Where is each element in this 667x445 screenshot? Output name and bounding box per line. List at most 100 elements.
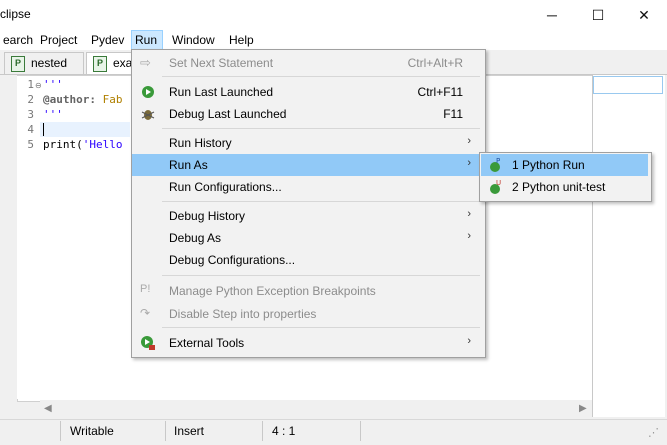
maximize-button[interactable]: ☐ xyxy=(575,0,621,30)
status-position: 4 : 1 xyxy=(272,424,296,438)
menu-item-debug-last-launched[interactable]: Debug Last Launched F11 xyxy=(132,103,483,125)
menu-item-manage-exception-breakpoints: P! Manage Python Exception Breakpoints xyxy=(132,280,483,302)
menu-separator xyxy=(162,327,480,328)
code-line-2: @author: Fab xyxy=(43,92,122,107)
menu-item-label: Run Last Launched xyxy=(169,85,274,99)
menu-pydev[interactable]: Pydev xyxy=(88,30,127,50)
submenu-arrow-icon: › xyxy=(467,335,471,347)
menu-run[interactable]: Run xyxy=(131,30,163,50)
scroll-left-icon[interactable]: ◀ xyxy=(44,403,52,414)
debug-icon xyxy=(140,106,156,122)
menu-item-disable-step-into-properties: ↷ Disable Step into properties xyxy=(132,303,483,325)
status-writable: Writable xyxy=(70,424,114,438)
menu-item-label: Debug As xyxy=(169,231,222,245)
menu-item-label: Debug Configurations... xyxy=(169,253,296,267)
menu-window-label: Window xyxy=(172,33,215,47)
tab-example-label: exa xyxy=(113,56,133,70)
menu-item-label: External Tools xyxy=(169,336,245,350)
menu-item-debug-as[interactable]: Debug As › xyxy=(132,227,483,249)
menu-item-label: Run History xyxy=(169,136,232,150)
menu-run-label: Run xyxy=(135,33,158,47)
line-number: 2 xyxy=(27,93,34,106)
menu-item-run-last-launched[interactable]: Run Last Launched Ctrl+F11 xyxy=(132,81,483,103)
menu-project[interactable]: Project xyxy=(37,30,80,50)
menu-item-label: Debug Last Launched xyxy=(169,107,287,121)
menu-separator xyxy=(162,275,480,276)
menu-item-label: Manage Python Exception Breakpoints xyxy=(169,284,376,298)
menu-search-label: earch xyxy=(3,33,34,47)
run-icon xyxy=(140,84,156,100)
menu-separator xyxy=(162,201,480,202)
menu-item-label: Disable Step into properties xyxy=(169,307,317,321)
status-divider xyxy=(60,421,61,441)
python-exception-icon: P! xyxy=(140,283,151,295)
menu-item-run-as[interactable]: Run As › xyxy=(132,154,483,176)
line-number: 3 xyxy=(27,108,34,121)
line-number: 4 xyxy=(27,123,34,136)
close-button[interactable]: ✕ xyxy=(621,0,667,30)
menu-item-debug-history[interactable]: Debug History › xyxy=(132,205,483,227)
menu-item-accelerator: F11 xyxy=(443,107,463,121)
submenu-arrow-icon: › xyxy=(467,230,471,242)
svg-text:P: P xyxy=(496,157,500,165)
tab-nested[interactable]: P nested xyxy=(4,52,84,74)
python-run-icon: P xyxy=(487,157,503,173)
menu-item-label: Set Next Statement xyxy=(169,56,274,70)
menu-search[interactable]: earch xyxy=(0,30,36,50)
menu-item-run-configurations[interactable]: Run Configurations... xyxy=(132,176,483,198)
menu-pydev-label: Pydev xyxy=(91,33,125,47)
print-call: print( xyxy=(43,138,83,151)
status-divider xyxy=(165,421,166,441)
menu-item-label: Run Configurations... xyxy=(169,180,282,194)
minimize-button[interactable]: ─ xyxy=(529,0,575,30)
python-file-icon: P xyxy=(11,56,25,72)
svg-text:U: U xyxy=(496,179,501,187)
menu-window[interactable]: Window xyxy=(169,30,218,50)
menu-help[interactable]: Help xyxy=(226,30,257,50)
submenu-arrow-icon: › xyxy=(467,157,471,169)
python-unittest-icon: U xyxy=(487,179,503,195)
status-divider xyxy=(360,421,361,441)
text-caret xyxy=(43,123,44,136)
menu-separator xyxy=(162,76,480,77)
submenu-item-label: 1 Python Run xyxy=(512,158,585,172)
submenu-item-python-unit-test[interactable]: U 2 Python unit-test xyxy=(481,176,648,198)
tab-nested-label: nested xyxy=(31,56,68,70)
code-line-3: ''' xyxy=(43,108,63,121)
menu-item-set-next-statement: ⇨ Set Next Statement Ctrl+Alt+R xyxy=(132,52,483,74)
current-line-highlight xyxy=(40,122,130,137)
menu-item-accelerator: Ctrl+Alt+R xyxy=(407,56,463,70)
submenu-item-python-run[interactable]: P 1 Python Run xyxy=(481,154,648,176)
menu-item-accelerator: Ctrl+F11 xyxy=(417,85,463,99)
outline-pane xyxy=(592,75,665,417)
code-line-1: ''' xyxy=(43,78,63,91)
menu-project-label: Project xyxy=(40,33,78,47)
menu-item-debug-configurations[interactable]: Debug Configurations... xyxy=(132,249,483,271)
submenu-arrow-icon: › xyxy=(467,135,471,147)
string-literal: 'Hello xyxy=(82,138,123,151)
submenu-item-label: 2 Python unit-test xyxy=(512,180,606,194)
menu-help-label: Help xyxy=(229,33,254,47)
horizontal-scrollbar[interactable] xyxy=(40,400,592,417)
code-line-5: print('Hello xyxy=(43,137,123,152)
menu-item-external-tools[interactable]: External Tools › xyxy=(132,332,483,354)
menu-item-label: Run As xyxy=(169,158,208,172)
step-disable-icon: ↷ xyxy=(140,306,151,320)
scroll-right-icon[interactable]: ▶ xyxy=(579,403,587,414)
status-divider xyxy=(262,421,263,441)
window-title: clipse xyxy=(0,7,31,21)
line-number: 5 xyxy=(27,138,34,151)
menu-separator xyxy=(162,128,480,129)
menu-item-label: Debug History xyxy=(169,209,246,223)
status-insert: Insert xyxy=(174,424,205,438)
menu-item-run-history[interactable]: Run History › xyxy=(132,132,483,154)
submenu-arrow-icon: › xyxy=(467,208,471,220)
fold-icon[interactable]: ⊖ xyxy=(35,81,42,90)
resize-grip-icon[interactable]: ⋰ xyxy=(648,426,659,439)
tab-example[interactable]: P exa xyxy=(86,52,136,74)
outline-selected-row[interactable] xyxy=(593,76,663,94)
arrow-right-icon: ⇨ xyxy=(140,55,151,70)
line-number: 1 xyxy=(27,78,34,91)
annotation-tag: @author: xyxy=(43,93,96,106)
python-file-icon: P xyxy=(93,56,107,72)
